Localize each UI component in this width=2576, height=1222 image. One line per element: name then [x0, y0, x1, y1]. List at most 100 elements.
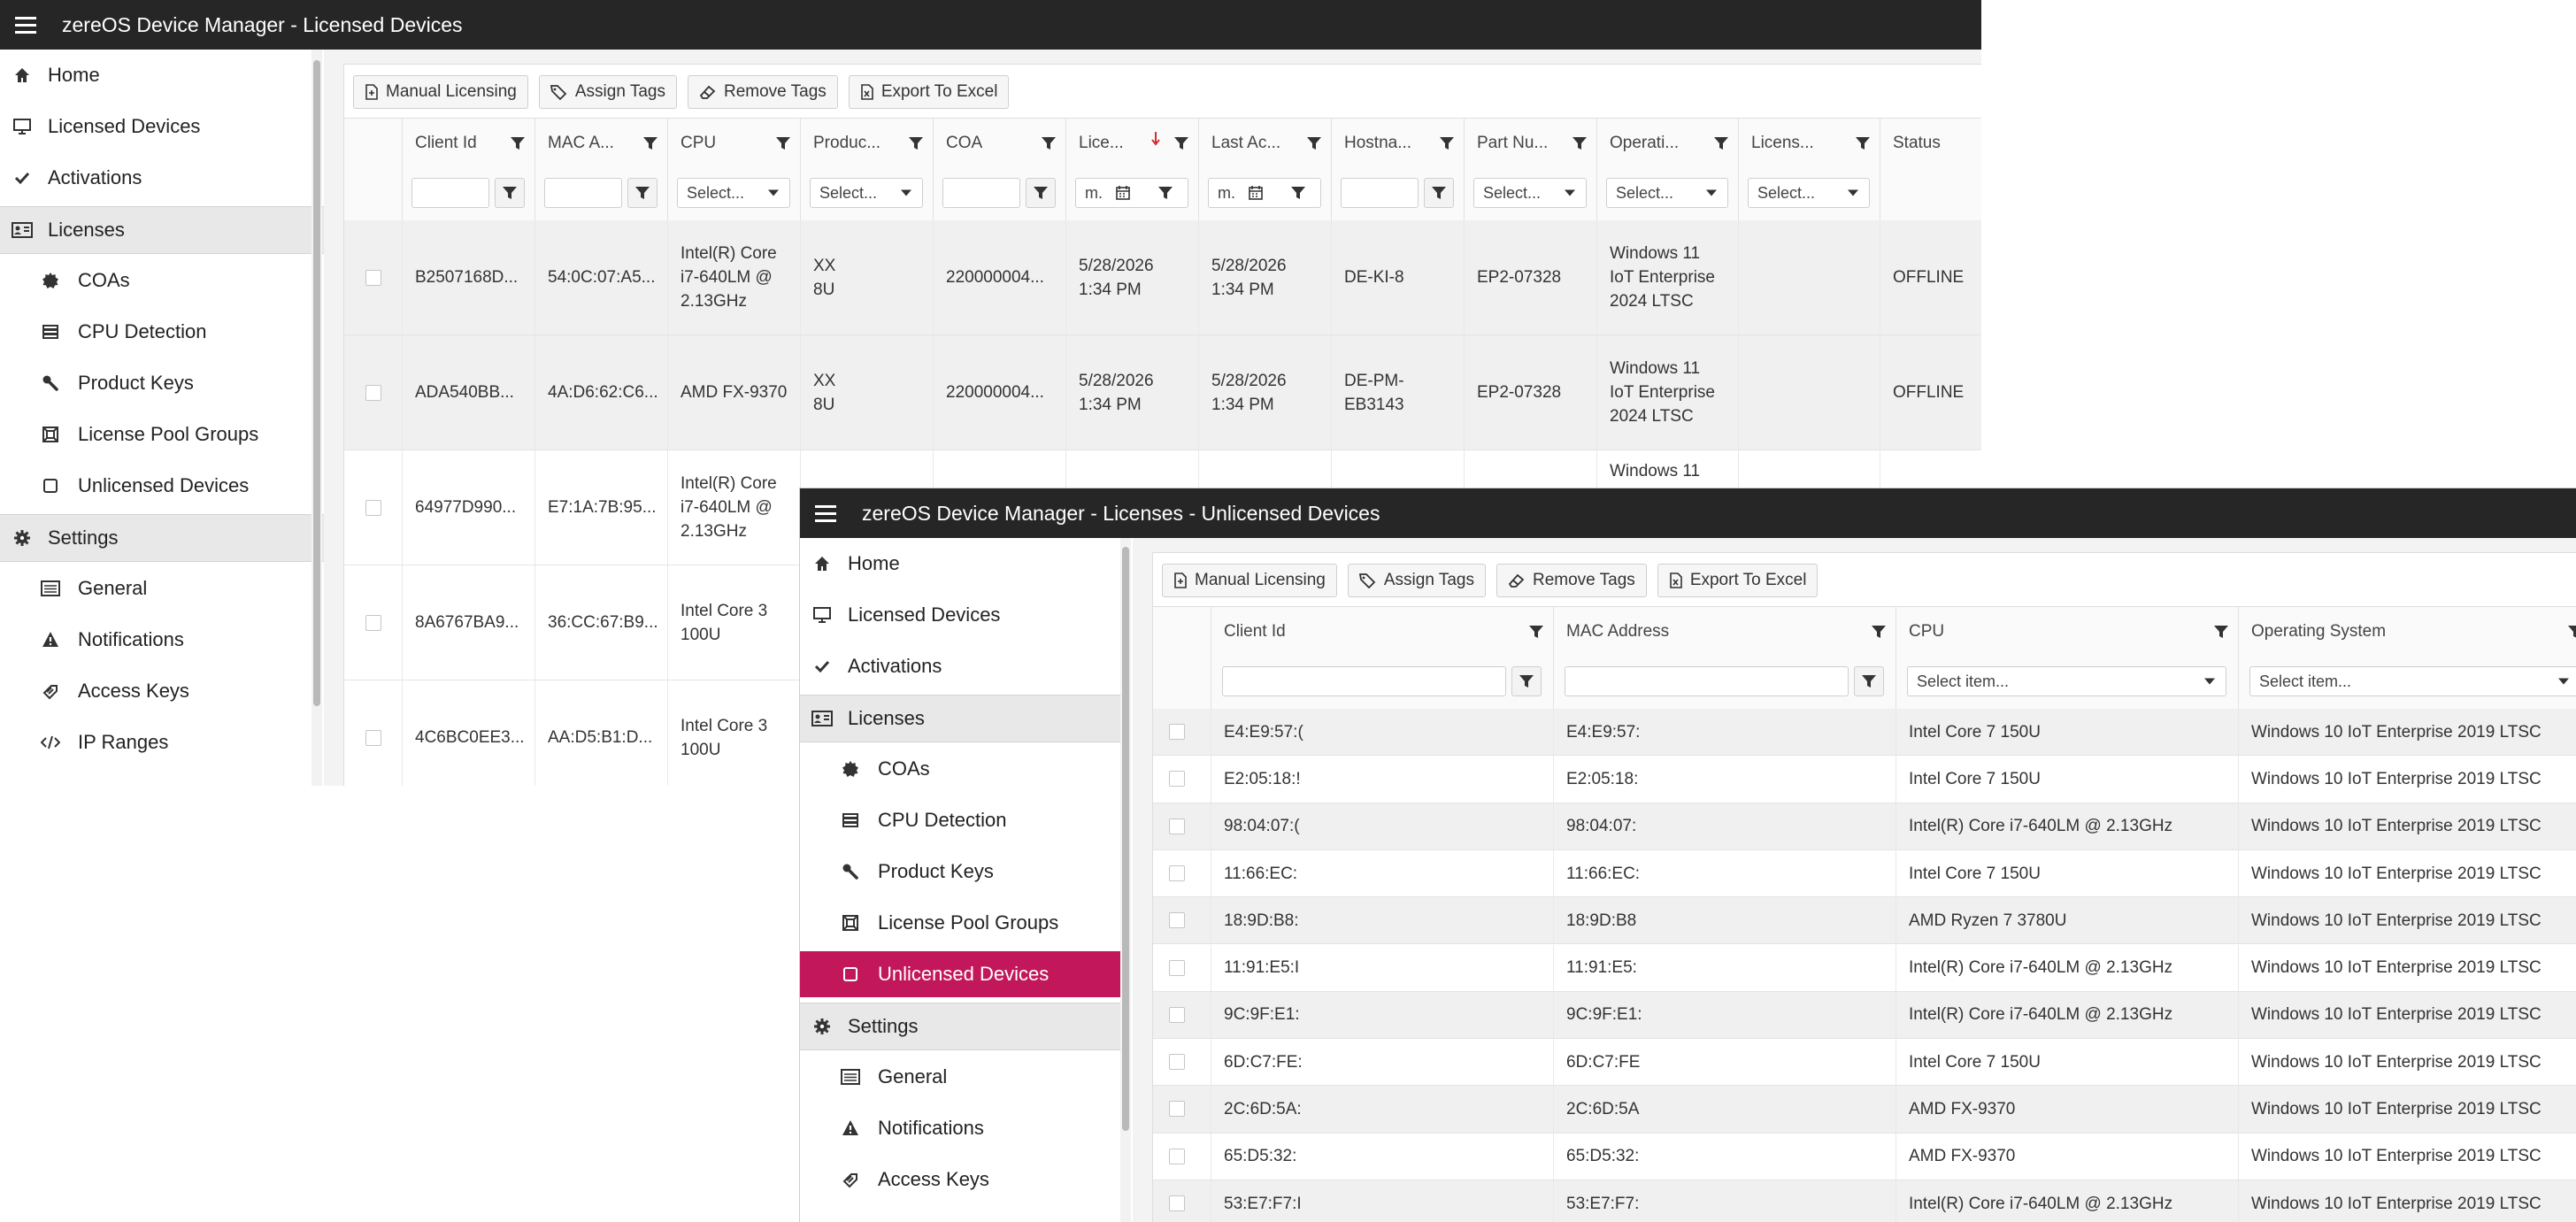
filter-button[interactable] — [627, 178, 657, 208]
table-row[interactable]: ADA540BB... 4A:D6:62:C6... AMD FX-9370 XX 8… — [344, 335, 1981, 450]
filter-funnel-icon[interactable] — [2213, 624, 2229, 640]
filter-funnel-icon[interactable] — [1572, 135, 1588, 151]
row-checkbox[interactable] — [1169, 771, 1185, 788]
assign-tags-button[interactable]: Assign Tags — [1347, 564, 1486, 597]
filter-button[interactable] — [1511, 666, 1542, 696]
sidebar-item-home[interactable]: Home — [800, 541, 1124, 587]
filter-input[interactable] — [1222, 666, 1506, 696]
date-filter-input[interactable]: m. — [1075, 178, 1188, 208]
table-row[interactable]: 9C:9F:E1: 9C:9F:E1: Intel(R) Core i7-640LM… — [1153, 991, 2576, 1040]
column-header[interactable]: MAC A... — [535, 119, 668, 168]
filter-button[interactable] — [495, 178, 525, 208]
filter-button[interactable] — [1424, 178, 1454, 208]
filter-select[interactable]: Select... — [1606, 178, 1728, 208]
table-row[interactable]: 11:91:E5:I 11:91:E5: Intel(R) Core i7-640L… — [1153, 944, 2576, 992]
hamburger-menu-icon[interactable] — [0, 0, 51, 50]
row-checkbox[interactable] — [1169, 912, 1185, 929]
filter-funnel-icon[interactable] — [1157, 185, 1173, 205]
column-header[interactable]: Operating System — [2239, 607, 2576, 657]
filter-funnel-icon[interactable] — [642, 135, 658, 151]
manual-licensing-button[interactable]: Manual Licensing — [1162, 564, 1337, 597]
column-header[interactable]: Client Id — [1211, 607, 1554, 657]
filter-funnel-icon[interactable] — [1041, 135, 1057, 151]
row-checkbox[interactable] — [1169, 1101, 1185, 1118]
sidebar-item-home[interactable]: Home — [0, 52, 324, 98]
table-row[interactable]: 18:9D:B8: 18:9D:B8 AMD Ryzen 7 3780U Window… — [1153, 897, 2576, 945]
filter-funnel-icon[interactable] — [510, 135, 526, 151]
filter-select[interactable]: Select... — [810, 178, 923, 208]
filter-funnel-icon[interactable] — [1290, 185, 1306, 205]
sidebar-item-coas[interactable]: COAs — [0, 257, 324, 304]
sidebar-item-settings[interactable]: Settings — [800, 1003, 1124, 1050]
remove-tags-button[interactable]: Remove Tags — [687, 75, 838, 109]
column-header[interactable]: Hostna... — [1332, 119, 1465, 168]
filter-select[interactable]: Select... — [1748, 178, 1870, 208]
column-header[interactable]: MAC Address — [1554, 607, 1896, 657]
sidebar-item-settings[interactable]: Settings — [0, 514, 324, 562]
sidebar-item-coas[interactable]: COAs — [800, 746, 1124, 792]
table-row[interactable]: E4:E9:57:(E4:E9:57: Intel Core 7 150U Wind… — [1153, 709, 2576, 757]
column-header[interactable]: CPU — [668, 119, 801, 168]
table-row[interactable]: 2C:6D:5A: 2C:6D:5A AMD FX-9370 Windows 10 I… — [1153, 1086, 2576, 1134]
filter-funnel-icon[interactable] — [2567, 624, 2576, 640]
sidebar-item-notifications[interactable]: Notifications — [0, 617, 324, 663]
table-row[interactable]: 11:66:EC: 11:66:EC: Intel Core 7 150U Windo… — [1153, 849, 2576, 898]
filter-funnel-icon[interactable] — [1528, 624, 1544, 640]
table-row[interactable]: 6D:C7:FE: 6D:C7:FE Intel Core 7 150U Window… — [1153, 1039, 2576, 1087]
column-header[interactable]: Client Id — [403, 119, 535, 168]
table-row[interactable]: 65:D5:32: 65:D5:32: AMD FX-9370 Windows 10 … — [1153, 1133, 2576, 1180]
sidebar-item-ip-ranges[interactable]: IP Ranges — [800, 1208, 1124, 1222]
row-checkbox[interactable] — [1169, 724, 1185, 740]
row-checkbox[interactable] — [1169, 1054, 1185, 1071]
sidebar-item-product-keys[interactable]: Product Keys — [0, 360, 324, 406]
column-header[interactable]: Operati... — [1597, 119, 1739, 168]
sidebar-item-general[interactable]: General — [800, 1054, 1124, 1100]
column-header[interactable]: Produc... — [801, 119, 934, 168]
sidebar-item-activations[interactable]: Activations — [800, 643, 1124, 689]
column-header[interactable]: Licens... — [1739, 119, 1880, 168]
row-checkbox[interactable] — [365, 385, 381, 401]
filter-funnel-icon[interactable] — [775, 135, 791, 151]
sidebar-item-licenses[interactable]: Licenses — [800, 695, 1124, 742]
sidebar-item-activations[interactable]: Activations — [0, 155, 324, 201]
filter-input[interactable] — [1565, 666, 1849, 696]
column-header[interactable]: COA — [934, 119, 1066, 168]
row-checkbox[interactable] — [365, 500, 381, 516]
sidebar-item-licensed-devices[interactable]: Licensed Devices — [800, 592, 1124, 638]
filter-select[interactable]: Select... — [1473, 178, 1587, 208]
filter-button[interactable] — [1854, 666, 1884, 696]
sidebar-item-cpu-detection[interactable]: CPU Detection — [800, 797, 1124, 843]
table-row[interactable]: E2:05:18:! E2:05:18: Intel Core 7 150U Wind… — [1153, 756, 2576, 803]
sidebar-item-license-pool-groups[interactable]: License Pool Groups — [800, 900, 1124, 946]
sidebar-scrollbar[interactable] — [311, 50, 322, 786]
table-row[interactable]: B2507168D... 54:0C:07:A5... Intel(R) Core … — [344, 220, 1981, 335]
filter-funnel-icon[interactable] — [1855, 135, 1871, 151]
table-row[interactable]: 53:E7:F7:I 53:E7:F7: Intel(R) Core i7-640L… — [1153, 1180, 2576, 1222]
sidebar-scrollbar[interactable] — [1120, 538, 1131, 1222]
filter-input[interactable] — [942, 178, 1020, 208]
filter-input[interactable] — [1341, 178, 1419, 208]
sidebar-item-product-keys[interactable]: Product Keys — [800, 849, 1124, 895]
column-header[interactable]: Lice... — [1066, 119, 1199, 168]
row-checkbox[interactable] — [1169, 1006, 1185, 1023]
filter-select[interactable]: Select... — [677, 178, 790, 208]
remove-tags-button[interactable]: Remove Tags — [1496, 564, 1647, 597]
sidebar-item-device-tags[interactable]: Device Tags — [0, 771, 324, 786]
table-row[interactable]: 98:04:07:(98:04:07: Intel(R) Core i7-640L… — [1153, 803, 2576, 850]
row-checkbox[interactable] — [365, 730, 381, 746]
sidebar-item-cpu-detection[interactable]: CPU Detection — [0, 309, 324, 355]
filter-button[interactable] — [1026, 178, 1056, 208]
sidebar-item-ip-ranges[interactable]: IP Ranges — [0, 719, 324, 765]
calendar-icon[interactable] — [1248, 185, 1264, 205]
row-checkbox[interactable] — [365, 270, 381, 286]
column-header[interactable]: Last Ac... — [1199, 119, 1332, 168]
sidebar-item-licenses[interactable]: Licenses — [0, 206, 324, 254]
filter-funnel-icon[interactable] — [1306, 135, 1322, 151]
filter-funnel-icon[interactable] — [908, 135, 924, 151]
hamburger-menu-icon[interactable] — [800, 488, 851, 538]
manual-licensing-button[interactable]: Manual Licensing — [353, 75, 528, 109]
sidebar-item-access-keys[interactable]: Access Keys — [800, 1157, 1124, 1203]
row-checkbox[interactable] — [1169, 818, 1185, 834]
filter-input[interactable] — [544, 178, 622, 208]
filter-select[interactable]: Select item... — [2249, 666, 2576, 696]
